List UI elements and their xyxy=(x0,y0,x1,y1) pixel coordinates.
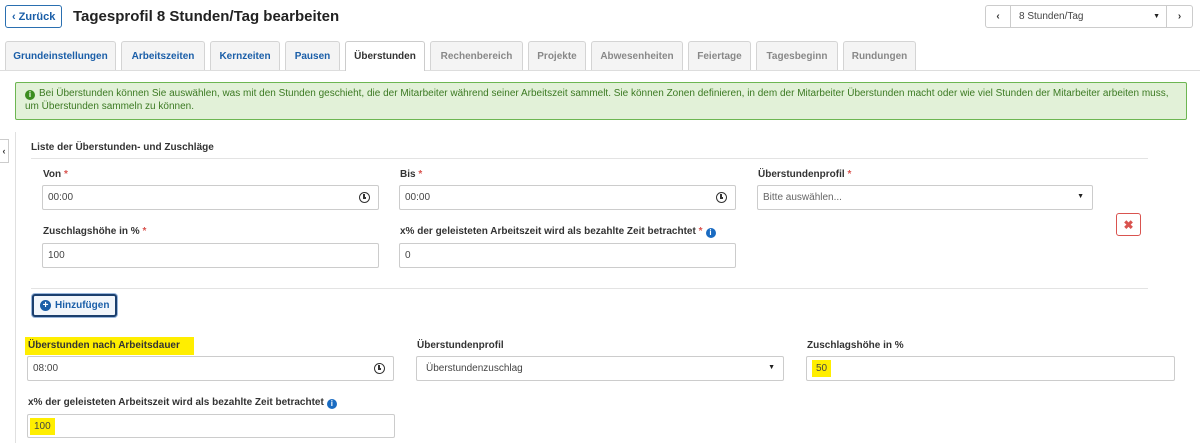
bezahlte-zeit-label: x% der geleisteten Arbeitszeit wird als … xyxy=(400,226,716,238)
caret-down-icon: ▼ xyxy=(1153,13,1160,20)
plus-circle-icon: + xyxy=(40,300,51,311)
alert-text: Bei Überstunden können Sie auswählen, wa… xyxy=(25,88,1169,112)
tab-abwesenheiten[interactable]: Abwesenheiten xyxy=(591,41,683,70)
tab-bar: Grundeinstellungen Arbeitszeiten Kernzei… xyxy=(0,41,1200,71)
tab-rechenbereich[interactable]: Rechenbereich xyxy=(430,41,523,70)
add-button[interactable]: + Hinzufügen xyxy=(32,294,118,317)
chevron-left-icon: ‹ xyxy=(2,146,6,156)
tab-tagesbeginn[interactable]: Tagesbeginn xyxy=(756,41,838,70)
profile-navigator: ‹ 8 Stunden/Tag ▼ › xyxy=(985,5,1193,28)
info-alert: i Bei Überstunden können Sie auswählen, w… xyxy=(15,82,1187,120)
page-title: Tagesprofil 8 Stunden/Tag bearbeiten xyxy=(73,8,340,25)
add-button-label: Hinzufügen xyxy=(55,300,110,311)
tab-grundeinstellungen[interactable]: Grundeinstellungen xyxy=(5,41,116,70)
zuschlagshoehe-label: Zuschlagshöhe in % * xyxy=(43,226,147,237)
tab-feiertage[interactable]: Feiertage xyxy=(688,41,751,70)
section-divider xyxy=(31,288,1148,289)
arbeitsdauer-value: 08:00 xyxy=(33,363,59,374)
ueberstunden-nach-arbeitsdauer-label: Überstunden nach Arbeitsdauer xyxy=(25,337,194,355)
clock-icon[interactable] xyxy=(716,192,727,203)
caret-down-icon: ▼ xyxy=(768,364,775,371)
tab-pausen[interactable]: Pausen xyxy=(285,41,340,70)
tab-kernzeiten[interactable]: Kernzeiten xyxy=(210,41,280,70)
arbeitsdauer-time-input[interactable]: 08:00 xyxy=(27,356,394,381)
bezahlte-zeit-input[interactable]: 0 xyxy=(399,243,736,268)
top-bar: ‹ Zurück Tagesprofil 8 Stunden/Tag bearb… xyxy=(0,0,1200,36)
bezahlte-zeit-value: 0 xyxy=(405,250,411,261)
duration-profil-value: Überstundenzuschlag xyxy=(426,363,523,374)
back-button-label: Zurück xyxy=(18,10,56,23)
chevron-left-icon: ‹ xyxy=(12,10,16,23)
ueberstundenprofil-label: Überstundenprofil * xyxy=(758,169,852,180)
content-divider xyxy=(15,132,16,443)
sidebar-toggle-button[interactable]: ‹ xyxy=(0,139,9,163)
profile-select-value: 8 Stunden/Tag xyxy=(1019,11,1084,22)
clock-icon[interactable] xyxy=(359,192,370,203)
previous-profile-button[interactable]: ‹ xyxy=(985,5,1011,28)
next-profile-button[interactable]: › xyxy=(1167,5,1193,28)
duration-bezahlt-label: x% der geleisteten Arbeitszeit wird als … xyxy=(28,397,337,409)
von-value: 00:00 xyxy=(48,192,74,203)
duration-zuschlag-value: 50 xyxy=(812,360,832,377)
chevron-left-icon: ‹ xyxy=(996,11,1000,22)
duration-profil-label: Überstundenprofil xyxy=(417,340,504,351)
von-label: Von * xyxy=(43,169,68,180)
delete-row-button[interactable]: ✖ xyxy=(1116,213,1141,236)
ueberstundenprofil-placeholder: Bitte auswählen... xyxy=(763,192,842,203)
section-divider xyxy=(31,158,1148,159)
duration-zuschlag-input[interactable]: 50 xyxy=(806,356,1175,381)
tab-rundungen[interactable]: Rundungen xyxy=(843,41,916,70)
profile-select[interactable]: 8 Stunden/Tag ▼ xyxy=(1011,5,1167,28)
bis-label: Bis * xyxy=(400,169,423,180)
caret-down-icon: ▼ xyxy=(1077,193,1084,200)
duration-bezahlt-value: 100 xyxy=(30,417,55,435)
zuschlagshoehe-value: 100 xyxy=(48,250,65,261)
zuschlagshoehe-input[interactable]: 100 xyxy=(42,243,379,268)
bis-time-input[interactable]: 00:00 xyxy=(399,185,736,210)
von-time-input[interactable]: 00:00 xyxy=(42,185,379,210)
duration-profil-select[interactable]: Überstundenzuschlag ▼ xyxy=(416,356,784,381)
duration-bezahlt-input[interactable]: 100 xyxy=(27,414,395,438)
info-circle-icon[interactable]: i xyxy=(705,227,716,238)
list-section-title: Liste der Überstunden- und Zuschläge xyxy=(31,142,214,153)
ueberstundenprofil-select[interactable]: Bitte auswählen... ▼ xyxy=(757,185,1093,210)
info-circle-icon: i xyxy=(25,89,35,100)
bis-value: 00:00 xyxy=(405,192,431,203)
info-circle-icon[interactable]: i xyxy=(326,398,337,409)
back-button[interactable]: ‹ Zurück xyxy=(5,5,63,28)
chevron-right-icon: › xyxy=(1177,11,1182,22)
tab-ueberstunden[interactable]: Überstunden xyxy=(345,41,425,71)
tab-projekte[interactable]: Projekte xyxy=(528,41,586,70)
close-icon: ✖ xyxy=(1123,217,1134,232)
tab-arbeitszeiten[interactable]: Arbeitszeiten xyxy=(121,41,205,70)
duration-zuschlag-label: Zuschlagshöhe in % xyxy=(807,340,904,351)
clock-icon[interactable] xyxy=(374,363,385,374)
